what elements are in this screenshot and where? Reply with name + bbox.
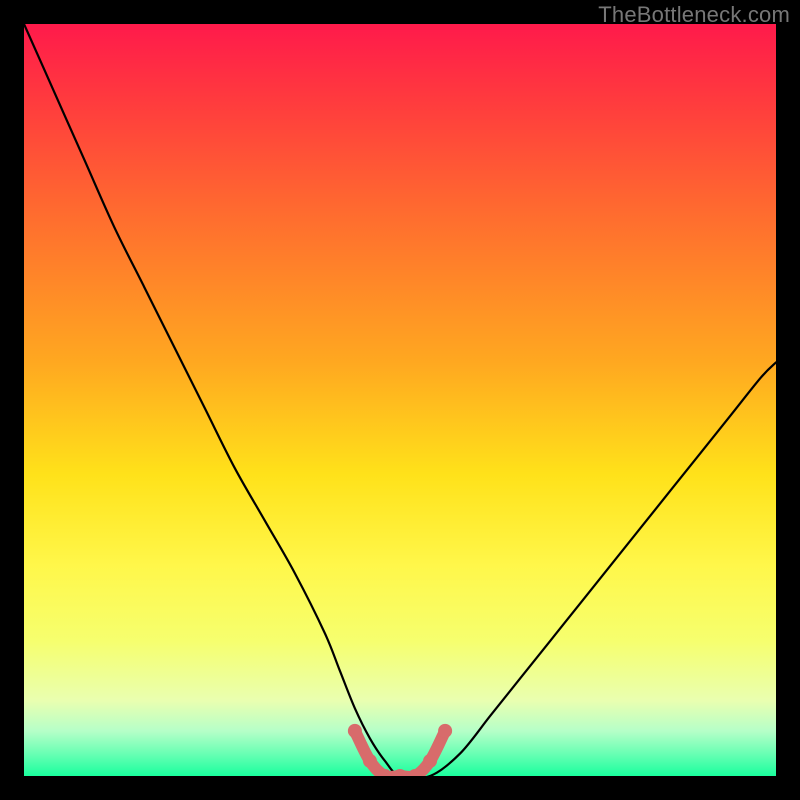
- highlight-dot: [348, 724, 362, 738]
- highlight-dot: [438, 724, 452, 738]
- bottleneck-curve: [24, 24, 776, 776]
- highlight-dot: [363, 754, 377, 768]
- plot-area: [24, 24, 776, 776]
- highlight-dot: [393, 769, 407, 776]
- curve-svg: [24, 24, 776, 776]
- chart-frame: TheBottleneck.com: [0, 0, 800, 800]
- highlight-dot: [423, 754, 437, 768]
